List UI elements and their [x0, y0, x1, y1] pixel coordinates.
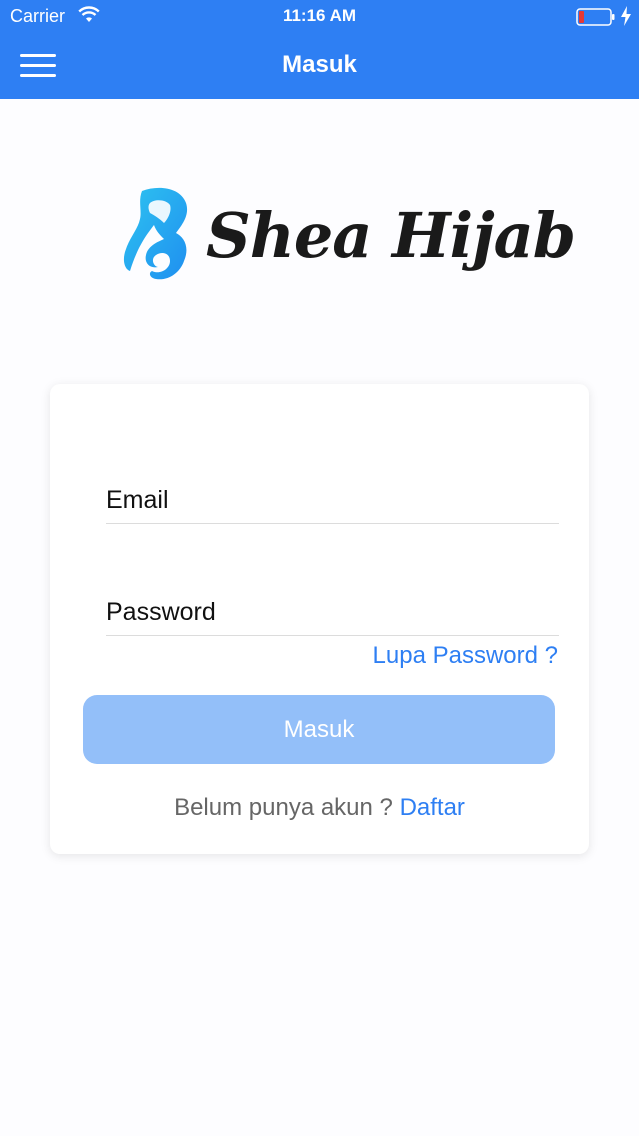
forgot-password-link[interactable]: Lupa Password ?	[373, 642, 558, 670]
charging-bolt-icon	[621, 6, 631, 26]
signup-link[interactable]: Daftar	[400, 794, 465, 821]
email-field[interactable]	[106, 474, 559, 524]
app-logo: Shea Hijab	[120, 185, 576, 290]
password-input[interactable]	[106, 586, 559, 635]
page-title: Masuk	[282, 51, 357, 78]
hijab-woman-icon	[123, 187, 188, 280]
signup-prompt-text: Belum punya akun ?	[174, 794, 393, 821]
email-input[interactable]	[106, 474, 559, 523]
status-time: 11:16 AM	[282, 6, 357, 25]
nav-bar: Carrier 11:16 AM Masuk	[0, 0, 639, 99]
status-bar: Carrier 11:16 AM	[0, 0, 639, 34]
battery-icon	[576, 8, 615, 26]
password-field[interactable]	[106, 586, 559, 636]
logo-wordmark: Shea Hijab	[206, 199, 576, 272]
login-button[interactable]: Masuk	[83, 695, 555, 764]
login-card: Lupa Password ? Masuk Belum punya akun ?…	[50, 384, 589, 854]
signup-prompt: Belum punya akun ? Daftar	[50, 794, 589, 822]
